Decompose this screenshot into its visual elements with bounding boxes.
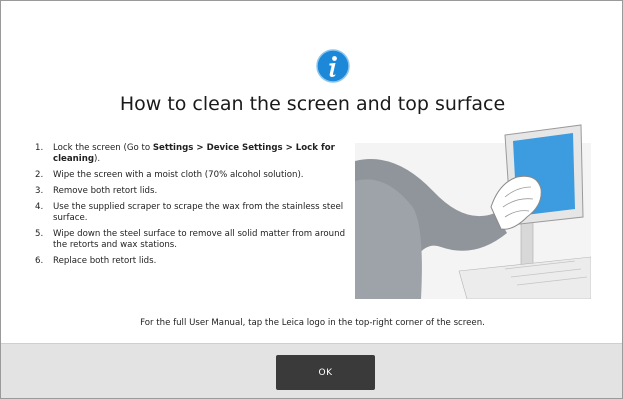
settings-label: Settings xyxy=(152,143,194,153)
step-number: 6. xyxy=(35,256,44,266)
user-manual-note: For the full User Manual, tap the Leica … xyxy=(140,318,485,328)
dialog-title: How to clean the screen and top surface xyxy=(119,93,506,115)
step-text: Wipe the screen with a moist cloth (70% … xyxy=(53,170,304,180)
step-text: Replace both retort lids. xyxy=(53,256,157,266)
path-separator: > xyxy=(193,143,207,153)
cleaning-steps-list: 1. Lock the screen (Go to Settings > Dev… xyxy=(35,143,353,272)
step-item: 3. Remove both retort lids. xyxy=(35,186,353,197)
device-settings-label: Device Settings xyxy=(206,143,283,153)
step-item: 1. Lock the screen (Go to Settings > Dev… xyxy=(35,143,353,165)
step-number: 3. xyxy=(35,186,44,196)
step-number: 4. xyxy=(35,202,44,212)
step-number: 2. xyxy=(35,170,44,180)
step-text: Wipe down the steel surface to remove al… xyxy=(53,229,346,250)
path-separator: > xyxy=(282,143,296,153)
step-text: Remove both retort lids. xyxy=(53,186,158,196)
info-icon xyxy=(316,49,350,83)
cleaning-illustration xyxy=(355,124,591,299)
ok-button[interactable]: OK xyxy=(276,355,375,390)
cleaning-dialog: How to clean the screen and top surface … xyxy=(0,0,623,399)
step-text: Lock the screen (Go to xyxy=(53,143,153,153)
step-text: Use the supplied scraper to scrape the w… xyxy=(53,202,344,223)
step-text-end: ). xyxy=(94,154,101,164)
step-number: 5. xyxy=(35,229,44,239)
step-number: 1. xyxy=(35,143,44,153)
step-item: 6. Replace both retort lids. xyxy=(35,256,353,267)
step-item: 5. Wipe down the steel surface to remove… xyxy=(35,229,353,251)
step-item: 4. Use the supplied scraper to scrape th… xyxy=(35,202,353,224)
step-item: 2. Wipe the screen with a moist cloth (7… xyxy=(35,170,353,181)
